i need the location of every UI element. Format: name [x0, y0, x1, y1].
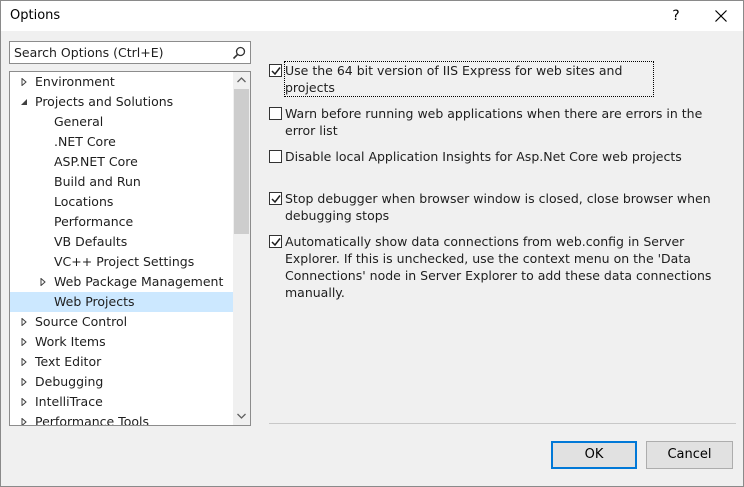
- tree-item[interactable]: Performance Tools: [10, 412, 233, 426]
- checkbox[interactable]: [269, 107, 282, 120]
- chevron-up-icon: [237, 77, 246, 83]
- tree-item-label: Debugging: [35, 374, 104, 389]
- scroll-down-button[interactable]: [233, 408, 250, 425]
- search-input[interactable]: Search Options (Ctrl+E): [9, 41, 251, 64]
- close-icon: [715, 10, 727, 22]
- tree-item-label: Source Control: [35, 314, 128, 329]
- expand-arrow-icon[interactable]: [20, 378, 28, 386]
- tree-item-label: .NET Core: [54, 134, 116, 149]
- tree-item[interactable]: Web Package Management: [10, 272, 233, 292]
- tree-item[interactable]: Performance: [10, 212, 233, 232]
- tree-item[interactable]: VC++ Project Settings: [10, 252, 233, 272]
- option-label: Warn before running web applications whe…: [285, 106, 703, 138]
- collapse-arrow-icon[interactable]: [20, 98, 28, 106]
- tree-item[interactable]: .NET Core: [10, 132, 233, 152]
- scroll-up-button[interactable]: [233, 72, 250, 89]
- cancel-button[interactable]: Cancel: [646, 441, 733, 469]
- search-placeholder: Search Options (Ctrl+E): [14, 45, 164, 60]
- expand-arrow-icon[interactable]: [20, 398, 28, 406]
- expand-arrow-icon[interactable]: [20, 78, 28, 86]
- tree-item-label: Projects and Solutions: [35, 94, 174, 109]
- tree-item[interactable]: Build and Run: [10, 172, 233, 192]
- tree-item[interactable]: IntelliTrace: [10, 392, 233, 412]
- expand-arrow-icon[interactable]: [20, 418, 28, 426]
- expand-arrow-icon[interactable]: [20, 358, 28, 366]
- tree-item-label: Locations: [54, 194, 114, 209]
- tree-item[interactable]: Debugging: [10, 372, 233, 392]
- tree-list: Environment Projects and Solutions General…: [10, 72, 233, 426]
- tree-item-label: Web Projects: [54, 294, 135, 309]
- tree-item-label: VC++ Project Settings: [54, 254, 195, 269]
- tree-item-label: Work Items: [35, 334, 106, 349]
- tree-item-label: Web Package Management: [54, 274, 224, 289]
- tree-item[interactable]: VB Defaults: [10, 232, 233, 252]
- tree-item-label: VB Defaults: [54, 234, 128, 249]
- checkmark-icon: [271, 67, 281, 76]
- tree-item-label: Build and Run: [54, 174, 141, 189]
- checkbox[interactable]: [269, 235, 282, 248]
- tree-item[interactable]: Environment: [10, 72, 233, 92]
- tree-item[interactable]: Web Projects: [10, 292, 233, 312]
- chevron-down-icon: [237, 413, 246, 419]
- option-label: Disable local Application Insights for A…: [285, 149, 682, 164]
- window-title: Options: [10, 8, 61, 23]
- tree-item-label: Environment: [35, 74, 115, 89]
- help-button[interactable]: ?: [661, 1, 691, 31]
- expand-arrow-icon[interactable]: [20, 338, 28, 346]
- search-icon[interactable]: [231, 45, 247, 61]
- tree-item-label: Performance: [54, 214, 134, 229]
- tree-item[interactable]: Work Items: [10, 332, 233, 352]
- options-tree: Environment Projects and Solutions General…: [9, 71, 251, 426]
- ok-button[interactable]: OK: [551, 441, 637, 469]
- title-bar: Options ?: [1, 1, 743, 31]
- close-button[interactable]: [705, 1, 737, 31]
- tree-item[interactable]: Text Editor: [10, 352, 233, 372]
- tree-item-label: Text Editor: [35, 354, 102, 369]
- option-label: Stop debugger when browser window is clo…: [285, 191, 711, 223]
- tree-item[interactable]: Projects and Solutions: [10, 92, 233, 112]
- tree-item[interactable]: ASP.NET Core: [10, 152, 233, 172]
- tree-scrollbar[interactable]: [233, 72, 250, 425]
- checkbox[interactable]: [269, 64, 282, 77]
- checkmark-icon: [271, 195, 281, 204]
- separator: [269, 423, 736, 424]
- tree-item[interactable]: Locations: [10, 192, 233, 212]
- scroll-thumb[interactable]: [234, 89, 249, 234]
- checkbox[interactable]: [269, 150, 282, 163]
- expand-arrow-icon[interactable]: [39, 278, 47, 286]
- tree-item-label: Performance Tools: [35, 414, 149, 426]
- option-label: Use the 64 bit version of IIS Express fo…: [284, 61, 654, 97]
- option-label: Automatically show data connections from…: [285, 234, 712, 300]
- tree-item-label: IntelliTrace: [35, 394, 103, 409]
- checkmark-icon: [271, 238, 281, 247]
- tree-item-label: ASP.NET Core: [54, 154, 138, 169]
- tree-item[interactable]: Source Control: [10, 312, 233, 332]
- tree-item[interactable]: General: [10, 112, 233, 132]
- expand-arrow-icon[interactable]: [20, 318, 28, 326]
- checkbox[interactable]: [269, 192, 282, 205]
- options-dialog: Options ? Search Options (Ctrl+E) Enviro…: [0, 0, 744, 487]
- tree-item-label: General: [54, 114, 104, 129]
